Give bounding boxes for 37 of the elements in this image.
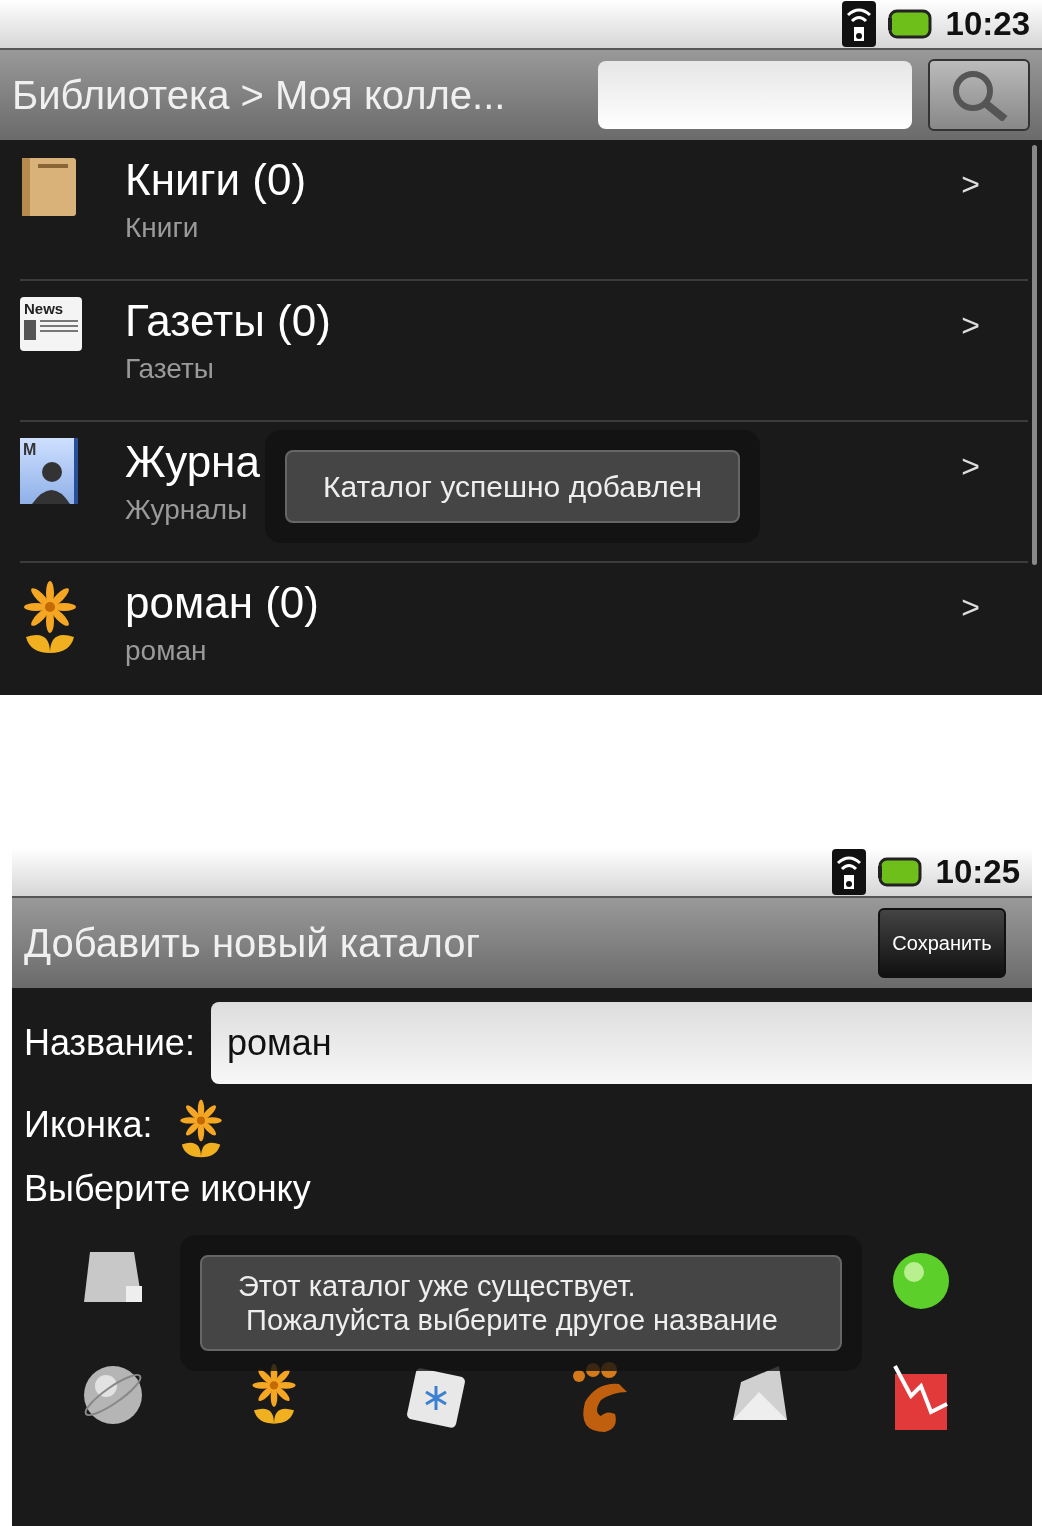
catalog-subtitle: Газеты <box>125 352 214 386</box>
magazine-icon: M <box>20 438 78 504</box>
chevron: > <box>961 588 981 627</box>
catalog-row[interactable]: News Газеты (0) Газеты > <box>20 281 1028 422</box>
chevron: > <box>961 306 981 345</box>
catalog-subtitle: Журналы <box>125 493 248 527</box>
catalog-subtitle: Книги <box>125 211 199 245</box>
search-button[interactable] <box>928 59 1030 131</box>
catalog-title: роман (0) <box>125 577 319 629</box>
chart-icon <box>893 1362 950 1433</box>
signal-icon <box>831 849 866 895</box>
signal-icon <box>841 1 876 47</box>
clock-time: 10:25 <box>935 852 1020 893</box>
catalog-row[interactable]: Книги (0) Книги > <box>20 140 1028 281</box>
breadcrumb-title: Библиотека > Моя колле... <box>12 72 506 119</box>
clock-time: 10:23 <box>945 4 1030 45</box>
name-field[interactable]: роман <box>210 1002 1032 1084</box>
chevron: > <box>961 447 981 486</box>
search-field[interactable] <box>598 61 912 129</box>
icon-label: Иконка: <box>24 1103 153 1147</box>
catalog-subtitle: роман <box>125 634 207 668</box>
save-button[interactable]: Сохранить <box>878 908 1006 978</box>
screen-title: Добавить новый каталог <box>24 920 481 967</box>
folder-icon <box>81 1250 144 1305</box>
toast-message: Каталог успешно добавлен <box>285 450 740 523</box>
chevron: > <box>961 165 981 204</box>
name-label: Название: <box>24 1021 195 1065</box>
toast-message: Этот каталог уже существует. Пожалуйста выберите другое название <box>200 1255 842 1351</box>
battery-icon <box>887 9 934 39</box>
catalog-row[interactable]: роман (0) роман > <box>20 563 1028 695</box>
battery-icon <box>877 857 924 887</box>
choose-icon-label: Выберите иконку <box>24 1168 311 1210</box>
newspaper-icon: News <box>20 297 82 351</box>
catalog-title: Газеты (0) <box>125 295 331 347</box>
book-icon <box>20 156 78 218</box>
catalog-title: Книги (0) <box>125 154 307 206</box>
catalog-title: Журна <box>125 436 260 488</box>
